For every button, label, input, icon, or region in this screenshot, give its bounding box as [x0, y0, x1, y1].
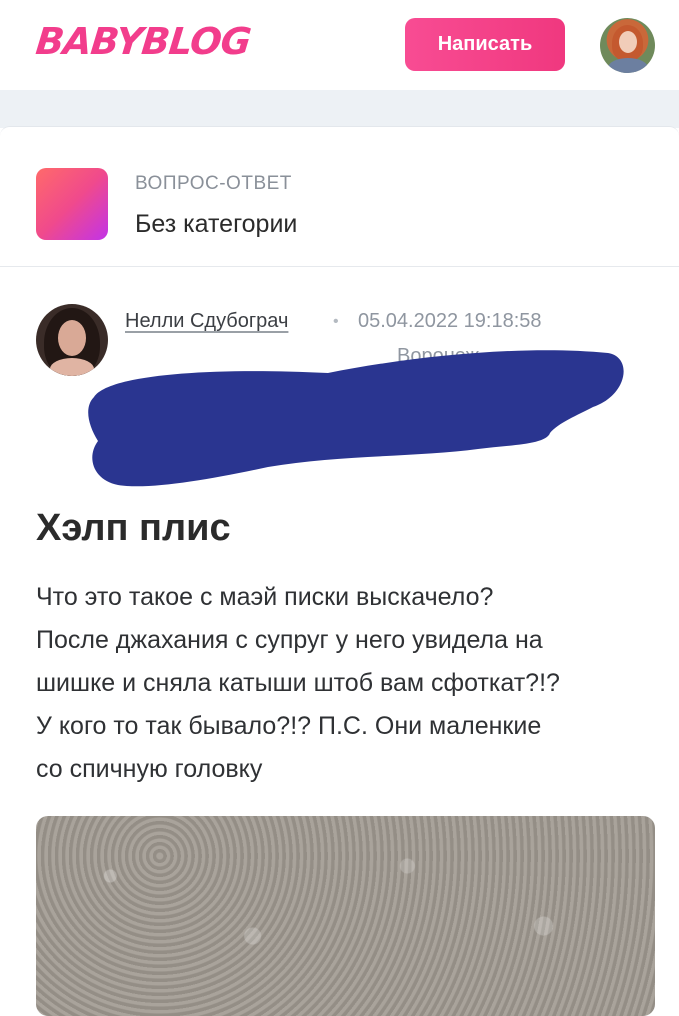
post-body-line: У кого то так бывало?!? П.С. Они маленки… — [36, 712, 542, 740]
avatar-face — [619, 31, 637, 53]
babyblog-logo[interactable]: BABYBLOG — [34, 20, 253, 64]
card-divider — [0, 266, 679, 267]
post-title: Хэлп плис — [36, 507, 231, 549]
post-body-line: со спичную головку — [36, 755, 263, 783]
post-body-line: Что это такое с маэй писки выскачело? — [36, 583, 494, 611]
redaction-shape — [88, 350, 624, 487]
meta-separator: • — [333, 313, 339, 330]
category-icon — [36, 168, 108, 240]
post-timestamp: 05.04.2022 19:18:58 — [358, 310, 542, 332]
top-header: BABYBLOG Написать — [0, 0, 679, 90]
redaction-scribble — [88, 350, 624, 487]
avatar-shoulders — [608, 58, 648, 73]
section-kicker[interactable]: ВОПРОС-ОТВЕТ — [135, 173, 292, 195]
post-body-line: шишке и сняла катыши штоб вам сфоткат?!? — [36, 669, 560, 697]
post-photo[interactable] — [36, 816, 655, 1016]
write-post-button[interactable]: Написать — [405, 18, 565, 71]
user-avatar[interactable] — [600, 18, 655, 73]
post-body-line: После джахания с супруг у него увидела н… — [36, 626, 543, 654]
post-body: Что это такое с маэй писки выскачело? По… — [36, 576, 656, 791]
header-separator-band — [0, 90, 679, 128]
category-name[interactable]: Без категории — [135, 210, 297, 239]
author-name-link[interactable]: Нелли Сдубограч — [125, 310, 288, 333]
author-avatar-face — [58, 320, 86, 356]
